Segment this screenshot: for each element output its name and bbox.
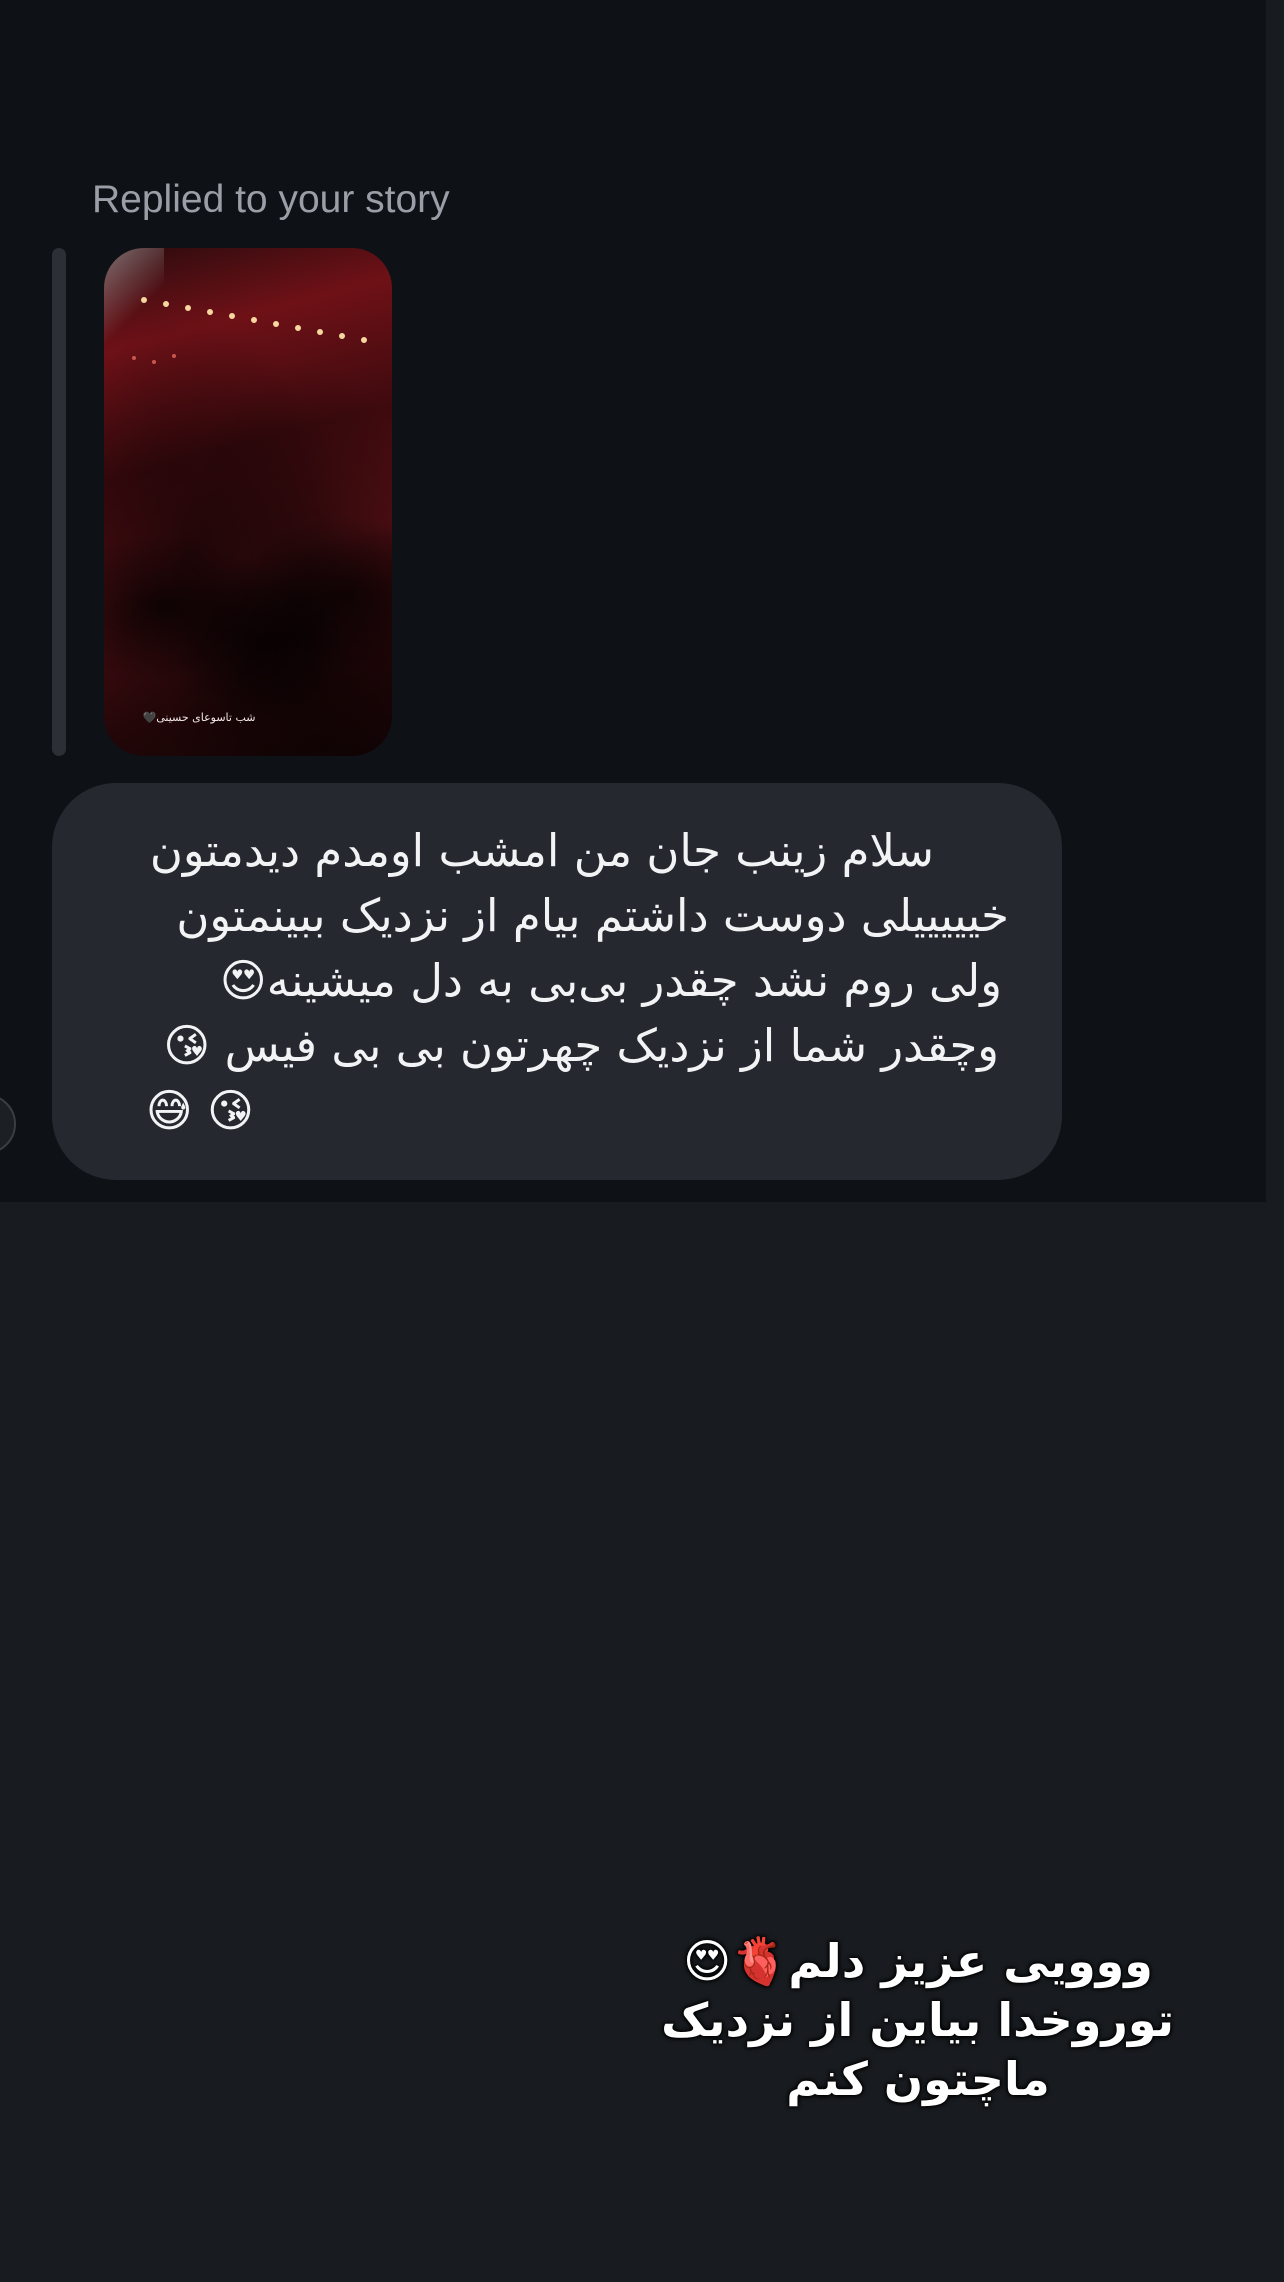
replied-to-story-label: Replied to your story (92, 178, 450, 221)
reply-indicator-bar (52, 248, 66, 756)
story-overlay-text: شب تاسوعای حسینی🖤 (142, 711, 256, 724)
message-line: خیییییلی دوست داشتم بیام از نزدیک ببینمت… (176, 889, 1009, 942)
story-text-line: توروخدا بیاین از نزدیک (661, 1993, 1174, 2047)
sender-avatar[interactable] (0, 1094, 16, 1154)
message-bubble[interactable]: سلام زینب جان من امشب اومدم دیدمتون خییی… (52, 783, 1062, 1180)
message-line: 😘 😅 (145, 1084, 254, 1137)
story-thumbnail[interactable]: شب تاسوعای حسینی🖤 (104, 248, 392, 756)
message-line: سلام زینب جان من امشب اومدم دیدمتون (149, 824, 934, 877)
message-line: وچقدر شما از نزدیک چهرتون بی بی فیس 😘 (163, 1019, 999, 1072)
story-text-line: ماچتون کنم (786, 2052, 1050, 2106)
story-string-lights (132, 297, 367, 364)
story-text-line: ووویی عزیز دلم🫀😍 (683, 1934, 1153, 1988)
message-line: ولی روم نشد چقدر بی‌بی به دل میشینه😍 (219, 954, 1002, 1007)
story-text-overlay: ووویی عزیز دلم🫀😍 توروخدا بیاین از نزدیک … (661, 1932, 1174, 2109)
chat-screenshot: Replied to your story شب تاسوعای حسینی🖤 … (0, 0, 1266, 1202)
